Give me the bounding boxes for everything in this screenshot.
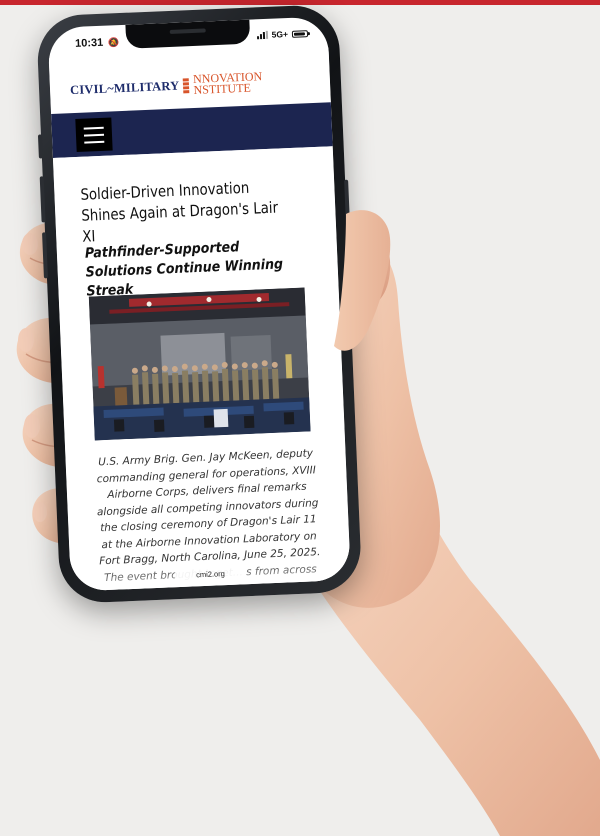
- battery-icon: [291, 29, 309, 38]
- site-logo[interactable]: CIVIL~MILITARY NNOVATION NSTITUTE: [69, 69, 263, 101]
- network-type-label: 5G+: [271, 29, 289, 40]
- phone-screen: 10:31 🔕 5G+ CIVIL~MILITARY NNOVATION NST…: [47, 16, 351, 592]
- status-time: 10:31: [74, 36, 104, 50]
- logo-text-right-line2: NSTITUTE: [193, 80, 252, 97]
- logo-text-left: CIVIL~MILITARY: [69, 78, 180, 97]
- status-indicators: 5G+: [256, 28, 309, 40]
- hamburger-menu-icon[interactable]: [75, 117, 113, 152]
- signal-strength-icon: [256, 30, 268, 40]
- article-photo[interactable]: [88, 287, 311, 441]
- do-not-disturb-icon: 🔕: [107, 37, 120, 48]
- logo-text-right: NNOVATION NSTITUTE: [193, 69, 263, 97]
- scene: 10:31 🔕 5G+ CIVIL~MILITARY NNOVATION NST…: [0, 0, 600, 836]
- logo-mark-icon: [183, 77, 190, 93]
- article-content: Soldier-Driven Innovation Shines Again a…: [52, 146, 351, 592]
- smartphone: 10:31 🔕 5G+ CIVIL~MILITARY NNOVATION NST…: [35, 3, 363, 605]
